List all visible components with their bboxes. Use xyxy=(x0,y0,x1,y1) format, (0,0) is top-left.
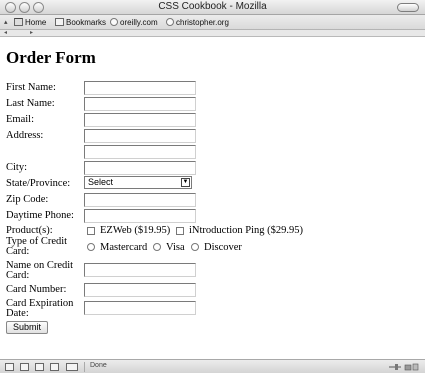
submit-button[interactable]: Submit xyxy=(6,321,48,334)
expiration-input[interactable] xyxy=(84,301,196,315)
product-ezweb-label: EZWeb ($19.95) xyxy=(100,225,171,236)
card-type-label-line2: Card: xyxy=(6,246,30,257)
link-icon xyxy=(166,18,174,26)
card-type-mastercard-radio[interactable] xyxy=(87,243,95,251)
expiration-label-line2: Date: xyxy=(6,308,29,319)
email-input[interactable] xyxy=(84,113,196,127)
chatzilla-icon[interactable] xyxy=(66,363,78,371)
zip-input[interactable] xyxy=(84,193,196,207)
toolbar-toggle-button[interactable] xyxy=(397,3,419,12)
chevron-down-icon: ▼ xyxy=(181,178,190,187)
bookmark-label: christopher.org xyxy=(176,18,229,27)
tab-scroll-right-icon[interactable]: ▸ xyxy=(30,29,33,36)
window-titlebar: CSS Cookbook - Mozilla xyxy=(0,0,425,15)
city-label: City: xyxy=(6,162,28,173)
card-type-visa-label: Visa xyxy=(166,242,185,253)
card-type-mastercard-label: Mastercard xyxy=(100,242,148,253)
last-name-input[interactable] xyxy=(84,97,196,111)
home-icon xyxy=(14,18,23,26)
page-title: Order Form xyxy=(6,48,96,67)
bookmarks-toolbar: ▴ Home Bookmarks oreilly.com christopher… xyxy=(0,15,425,30)
products-label: Product(s): xyxy=(6,225,53,236)
state-label: State/Province: xyxy=(6,178,71,189)
bookmark-oreilly[interactable]: oreilly.com xyxy=(110,17,158,28)
bookmark-bookmarks[interactable]: Bookmarks xyxy=(55,17,106,28)
address-line2-input[interactable] xyxy=(84,145,196,159)
address-line1-input[interactable] xyxy=(84,129,196,143)
tab-strip: ◂ ▸ xyxy=(0,30,425,37)
first-name-label: First Name: xyxy=(6,82,56,93)
phone-input[interactable] xyxy=(84,209,196,223)
card-number-label: Card Number: xyxy=(6,284,67,295)
bookmark-label: oreilly.com xyxy=(120,18,158,27)
bookmark-label: Bookmarks xyxy=(66,18,107,27)
status-bar: Done xyxy=(0,359,425,373)
card-type-discover-radio[interactable] xyxy=(191,243,199,251)
first-name-input[interactable] xyxy=(84,81,196,95)
zip-label: Zip Code: xyxy=(6,194,49,205)
navigator-icon[interactable] xyxy=(5,363,14,371)
card-number-input[interactable] xyxy=(84,283,196,297)
bookmark-home[interactable]: Home xyxy=(14,17,46,28)
product-introduction-ping-label: iNtroduction Ping ($29.95) xyxy=(189,225,304,236)
tab-scroll-left-icon[interactable]: ◂ xyxy=(4,29,7,36)
bookmark-label: Home xyxy=(25,18,47,27)
link-icon xyxy=(110,18,118,26)
product-ezweb-checkbox[interactable] xyxy=(87,227,95,235)
security-lock-icon[interactable] xyxy=(389,363,419,371)
card-name-input[interactable] xyxy=(84,263,196,277)
email-label: Email: xyxy=(6,114,34,125)
folder-icon xyxy=(55,18,64,26)
state-select-value: Select xyxy=(88,177,114,187)
city-input[interactable] xyxy=(84,161,196,175)
state-select[interactable]: Select ▼ xyxy=(84,176,192,189)
bookmark-christopher[interactable]: christopher.org xyxy=(166,17,229,28)
status-divider xyxy=(84,362,85,372)
composer-icon[interactable] xyxy=(35,363,44,371)
status-text: Done xyxy=(90,362,107,369)
last-name-label: Last Name: xyxy=(6,98,55,109)
toolbar-collapse-icon[interactable]: ▴ xyxy=(4,18,8,26)
card-name-label-line2: Card: xyxy=(6,270,30,281)
window-title: CSS Cookbook - Mozilla xyxy=(158,1,267,12)
address-label: Address: xyxy=(6,130,44,141)
mail-icon[interactable] xyxy=(20,363,29,371)
product-introduction-ping-checkbox[interactable] xyxy=(176,227,184,235)
address-book-icon[interactable] xyxy=(50,363,59,371)
card-type-visa-radio[interactable] xyxy=(153,243,161,251)
phone-label: Daytime Phone: xyxy=(6,210,74,221)
card-type-discover-label: Discover xyxy=(204,242,242,253)
